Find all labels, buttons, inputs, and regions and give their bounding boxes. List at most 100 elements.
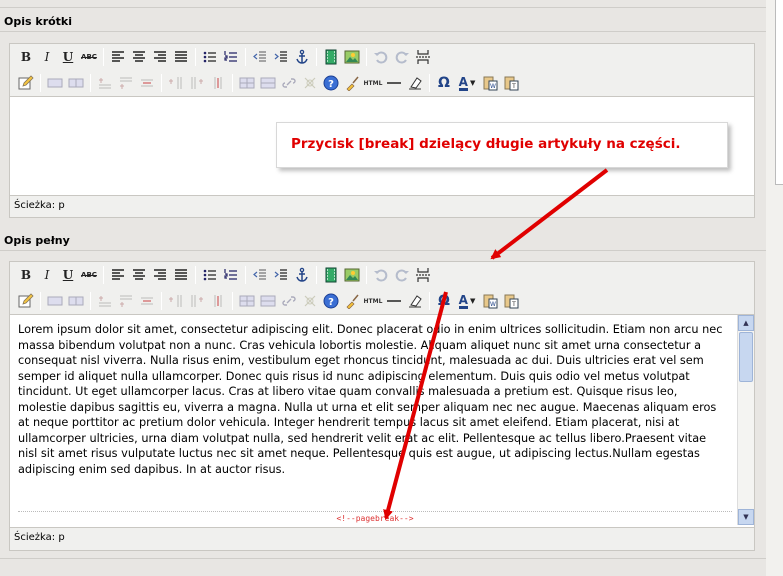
path-statusbar-full: Ścieżka: p <box>14 532 65 543</box>
align-right-icon[interactable] <box>150 47 170 67</box>
toolbar-separator <box>40 292 41 310</box>
html-source-button[interactable]: HTML <box>363 73 383 93</box>
align-right-icon[interactable] <box>150 265 170 285</box>
merge-cells-icon[interactable] <box>258 291 278 311</box>
col-before-icon[interactable] <box>166 291 186 311</box>
help-icon[interactable]: ? <box>321 291 341 311</box>
numbered-list-icon[interactable] <box>221 265 241 285</box>
pagebreak-icon[interactable] <box>413 265 433 285</box>
paste-word-icon[interactable]: T <box>501 73 521 93</box>
col-after-icon[interactable] <box>187 291 207 311</box>
article-body-text[interactable]: Lorem ipsum dolor sit amet, consectetur … <box>10 315 735 477</box>
delete-row-icon[interactable] <box>137 73 157 93</box>
annotation-callout: Przycisk [break] dzielący długie artykuł… <box>276 122 728 168</box>
toolbar-separator <box>90 292 91 310</box>
col-after-icon[interactable] <box>187 73 207 93</box>
scrollbar-thumb[interactable] <box>739 332 753 382</box>
html-source-label: HTML <box>363 297 383 305</box>
link-icon[interactable] <box>279 73 299 93</box>
toolbar-separator <box>90 74 91 92</box>
paste-word-icon[interactable]: T <box>501 291 521 311</box>
bottom-divider <box>0 558 766 559</box>
unlink-icon[interactable] <box>300 291 320 311</box>
bullet-list-icon[interactable] <box>200 47 220 67</box>
col-before-icon[interactable] <box>166 73 186 93</box>
bold-button[interactable]: B <box>16 47 36 67</box>
underline-button[interactable]: U <box>58 47 78 67</box>
link-icon[interactable] <box>279 291 299 311</box>
align-left-icon[interactable] <box>108 47 128 67</box>
scroll-up-icon[interactable]: ▲ <box>738 315 754 331</box>
split-cells-icon[interactable] <box>237 73 257 93</box>
unlink-icon[interactable] <box>300 73 320 93</box>
italic-button[interactable]: I <box>37 265 57 285</box>
content-area-full[interactable]: Lorem ipsum dolor sit amet, consectetur … <box>10 314 754 528</box>
row-before-icon[interactable] <box>95 73 115 93</box>
table-cell-icon[interactable] <box>66 291 86 311</box>
strikethrough-button[interactable]: ABC <box>79 47 99 67</box>
remove-format-icon[interactable] <box>405 291 425 311</box>
media-icon[interactable] <box>321 47 341 67</box>
redo-icon[interactable] <box>392 265 412 285</box>
delete-col-icon[interactable] <box>208 73 228 93</box>
anchor-icon[interactable] <box>292 265 312 285</box>
edit-icon[interactable] <box>16 73 36 93</box>
align-center-icon[interactable] <box>129 265 149 285</box>
svg-text:W: W <box>490 301 496 308</box>
align-justify-icon[interactable] <box>171 265 191 285</box>
table-cell-icon[interactable] <box>66 73 86 93</box>
help-icon[interactable]: ? <box>321 73 341 93</box>
svg-text:?: ? <box>328 79 334 90</box>
outdent-icon[interactable] <box>250 47 270 67</box>
align-center-icon[interactable] <box>129 47 149 67</box>
image-icon[interactable] <box>342 47 362 67</box>
font-color-button[interactable]: A ▼ <box>455 291 479 311</box>
strikethrough-button[interactable]: ABC <box>79 265 99 285</box>
remove-format-icon[interactable] <box>405 73 425 93</box>
image-icon[interactable] <box>342 265 362 285</box>
merge-cells-icon[interactable] <box>258 73 278 93</box>
table-row-icon[interactable] <box>45 291 65 311</box>
special-char-button[interactable]: Ω <box>434 291 454 311</box>
delete-col-icon[interactable] <box>208 291 228 311</box>
vertical-scrollbar[interactable]: ▲ ▼ <box>737 315 754 525</box>
bullet-list-icon[interactable] <box>200 265 220 285</box>
italic-button[interactable]: I <box>37 47 57 67</box>
indent-icon[interactable] <box>271 265 291 285</box>
svg-text:?: ? <box>328 297 334 308</box>
underline-button[interactable]: U <box>58 265 78 285</box>
bold-button[interactable]: B <box>16 265 36 285</box>
font-color-label: A <box>458 74 468 91</box>
row-after-icon[interactable] <box>116 73 136 93</box>
media-icon[interactable] <box>321 265 341 285</box>
delete-row-icon[interactable] <box>137 291 157 311</box>
numbered-list-icon[interactable] <box>221 47 241 67</box>
undo-icon[interactable] <box>371 265 391 285</box>
redo-icon[interactable] <box>392 47 412 67</box>
cleanup-icon[interactable] <box>342 73 362 93</box>
horizontal-rule-icon[interactable] <box>384 73 404 93</box>
row-after-icon[interactable] <box>116 291 136 311</box>
align-justify-icon[interactable] <box>171 47 191 67</box>
row-before-icon[interactable] <box>95 291 115 311</box>
anchor-icon[interactable] <box>292 47 312 67</box>
scroll-down-icon[interactable]: ▼ <box>738 509 754 525</box>
pagebreak-icon[interactable] <box>413 47 433 67</box>
align-left-icon[interactable] <box>108 265 128 285</box>
table-row-icon[interactable] <box>45 73 65 93</box>
font-color-button[interactable]: A ▼ <box>455 73 479 93</box>
indent-icon[interactable] <box>271 47 291 67</box>
paste-text-icon[interactable]: W <box>480 291 500 311</box>
paste-text-icon[interactable]: W <box>480 73 500 93</box>
split-cells-icon[interactable] <box>237 291 257 311</box>
edit-icon[interactable] <box>16 291 36 311</box>
html-source-button[interactable]: HTML <box>363 291 383 311</box>
toolbar-row-2: ? HTML Ω A ▼ W T <box>10 70 754 96</box>
special-char-button[interactable]: Ω <box>434 73 454 93</box>
cleanup-icon[interactable] <box>342 291 362 311</box>
outdent-icon[interactable] <box>250 265 270 285</box>
toolbar-separator <box>103 48 104 66</box>
horizontal-rule-icon[interactable] <box>384 291 404 311</box>
undo-icon[interactable] <box>371 47 391 67</box>
toolbar-separator <box>429 292 430 310</box>
